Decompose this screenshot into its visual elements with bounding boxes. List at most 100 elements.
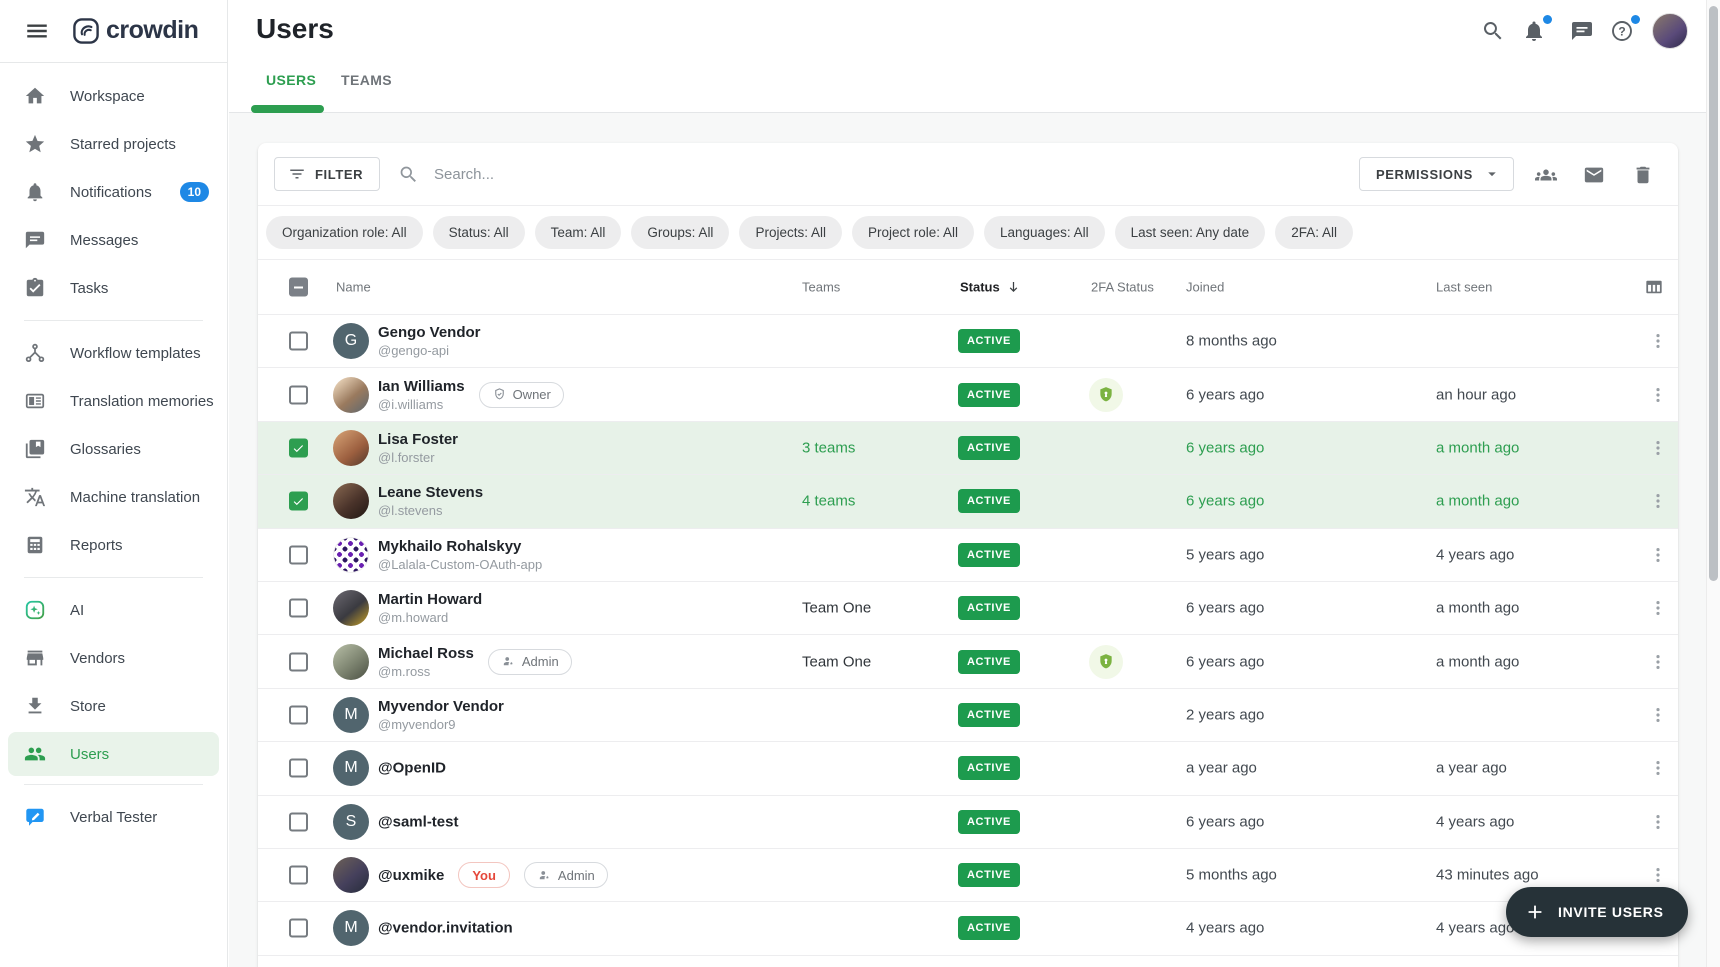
column-header-status[interactable]: Status xyxy=(960,280,1021,295)
sidebar-item-tasks[interactable]: Tasks xyxy=(0,264,227,312)
row-checkbox[interactable] xyxy=(289,705,308,724)
teams-link[interactable]: 3 teams xyxy=(802,439,855,456)
permissions-dropdown[interactable]: PERMISSIONS xyxy=(1359,157,1514,191)
row-menu-kebab-icon[interactable] xyxy=(1648,331,1668,351)
filter-button[interactable]: FILTER xyxy=(274,157,380,191)
sidebar-item-starred-projects[interactable]: Starred projects xyxy=(0,120,227,168)
user-handle: @i.williams xyxy=(378,396,465,413)
user-name-link[interactable]: Michael Ross xyxy=(378,644,474,663)
filter-chip-2fa[interactable]: 2FA: All xyxy=(1275,216,1353,249)
user-name-link[interactable]: @uxmike xyxy=(378,866,444,885)
user-name-link[interactable]: @OpenID xyxy=(378,759,446,778)
avatar[interactable] xyxy=(333,590,369,626)
row-menu-kebab-icon[interactable] xyxy=(1648,812,1668,832)
filter-chip-project-role[interactable]: Project role: All xyxy=(852,216,974,249)
sidebar-item-messages[interactable]: Messages xyxy=(0,216,227,264)
row-menu-kebab-icon[interactable] xyxy=(1648,491,1668,511)
row-menu-kebab-icon[interactable] xyxy=(1648,865,1668,885)
avatar[interactable] xyxy=(333,537,369,573)
row-checkbox[interactable] xyxy=(289,385,308,404)
column-header-name[interactable]: Name xyxy=(336,280,371,295)
row-checkbox[interactable] xyxy=(289,438,308,457)
row-checkbox[interactable] xyxy=(289,866,308,885)
row-menu-kebab-icon[interactable] xyxy=(1648,385,1668,405)
filter-chip-organization-role[interactable]: Organization role: All xyxy=(266,216,423,249)
sidebar-item-workflow-templates[interactable]: Workflow templates xyxy=(0,329,227,377)
column-header-2fa[interactable]: 2FA Status xyxy=(1091,280,1154,295)
search-icon[interactable] xyxy=(1481,19,1505,43)
row-checkbox[interactable] xyxy=(289,652,308,671)
row-checkbox[interactable] xyxy=(289,812,308,831)
avatar[interactable] xyxy=(333,644,369,680)
sidebar-item-verbal-tester[interactable]: Verbal Tester xyxy=(0,793,227,841)
column-header-joined[interactable]: Joined xyxy=(1186,280,1224,295)
avatar[interactable]: M xyxy=(333,910,369,946)
teams-link[interactable]: 4 teams xyxy=(802,493,855,510)
user-name-link[interactable]: Gengo Vendor xyxy=(378,323,481,342)
sidebar-item-users[interactable]: Users xyxy=(8,732,219,776)
row-checkbox[interactable] xyxy=(289,599,308,618)
add-to-team-icon[interactable] xyxy=(1535,164,1557,186)
send-message-icon[interactable] xyxy=(1583,164,1605,186)
notifications-bell-icon[interactable] xyxy=(1522,19,1546,43)
column-settings-icon[interactable] xyxy=(1644,277,1664,297)
scrollbar-thumb[interactable] xyxy=(1709,6,1718,581)
column-header-teams[interactable]: Teams xyxy=(802,280,840,295)
tab-teams[interactable]: TEAMS xyxy=(341,72,392,88)
menu-icon[interactable] xyxy=(24,18,50,44)
row-menu-kebab-icon[interactable] xyxy=(1648,705,1668,725)
avatar[interactable] xyxy=(333,377,369,413)
row-menu-kebab-icon[interactable] xyxy=(1648,652,1668,672)
user-name-link[interactable]: @vendor.invitation xyxy=(378,919,513,938)
filter-chip-last-seen[interactable]: Last seen: Any date xyxy=(1115,216,1266,249)
sidebar-item-reports[interactable]: Reports xyxy=(0,521,227,569)
invite-users-button[interactable]: INVITE USERS xyxy=(1506,887,1688,937)
select-all-checkbox[interactable] xyxy=(289,278,308,297)
sidebar-item-ai[interactable]: AI xyxy=(0,586,227,634)
row-menu-kebab-icon[interactable] xyxy=(1648,545,1668,565)
filter-chip-languages[interactable]: Languages: All xyxy=(984,216,1105,249)
user-name-link[interactable]: Leane Stevens xyxy=(378,483,483,502)
user-name-link[interactable]: Mykhailo Rohalskyy xyxy=(378,537,542,556)
avatar[interactable]: G xyxy=(333,323,369,359)
filter-chip-groups[interactable]: Groups: All xyxy=(631,216,729,249)
row-menu-kebab-icon[interactable] xyxy=(1648,758,1668,778)
delete-icon[interactable] xyxy=(1632,164,1654,186)
sidebar-item-workspace[interactable]: Workspace xyxy=(0,72,227,120)
row-checkbox[interactable] xyxy=(289,492,308,511)
sidebar-item-translation-memories[interactable]: Translation memories xyxy=(0,377,227,425)
sidebar-item-glossaries[interactable]: Glossaries xyxy=(0,425,227,473)
avatar[interactable] xyxy=(333,430,369,466)
messages-icon[interactable] xyxy=(1570,19,1594,43)
user-avatar[interactable] xyxy=(1652,13,1688,49)
user-name-link[interactable]: Martin Howard xyxy=(378,590,482,609)
column-header-last-seen[interactable]: Last seen xyxy=(1436,280,1492,295)
row-checkbox[interactable] xyxy=(289,919,308,938)
user-name-link[interactable]: Lisa Foster xyxy=(378,430,458,449)
crowdin-logo-text[interactable]: crowdin xyxy=(106,16,198,45)
search-input[interactable] xyxy=(432,158,1052,190)
sidebar-item-store[interactable]: Store xyxy=(0,682,227,730)
row-checkbox[interactable] xyxy=(289,759,308,778)
sidebar-item-machine-translation[interactable]: Machine translation xyxy=(0,473,227,521)
user-name-link[interactable]: Ian Williams xyxy=(378,377,465,396)
help-icon[interactable]: ? xyxy=(1610,19,1634,43)
filter-chip-status[interactable]: Status: All xyxy=(433,216,525,249)
avatar[interactable]: M xyxy=(333,697,369,733)
sidebar-item-notifications[interactable]: Notifications10 xyxy=(0,168,227,216)
avatar[interactable]: M xyxy=(333,750,369,786)
row-checkbox[interactable] xyxy=(289,332,308,351)
filter-chip-team[interactable]: Team: All xyxy=(535,216,622,249)
avatar[interactable] xyxy=(333,483,369,519)
row-menu-kebab-icon[interactable] xyxy=(1648,598,1668,618)
row-checkbox[interactable] xyxy=(289,545,308,564)
avatar[interactable]: S xyxy=(333,804,369,840)
tab-users[interactable]: USERS xyxy=(266,72,316,88)
row-menu-kebab-icon[interactable] xyxy=(1648,438,1668,458)
sidebar-item-vendors[interactable]: Vendors xyxy=(0,634,227,682)
user-name-link[interactable]: Myvendor Vendor xyxy=(378,697,504,716)
user-name-link[interactable]: @saml-test xyxy=(378,812,459,831)
crowdin-logo-icon[interactable] xyxy=(72,17,100,45)
avatar[interactable] xyxy=(333,857,369,893)
filter-chip-projects[interactable]: Projects: All xyxy=(739,216,842,249)
